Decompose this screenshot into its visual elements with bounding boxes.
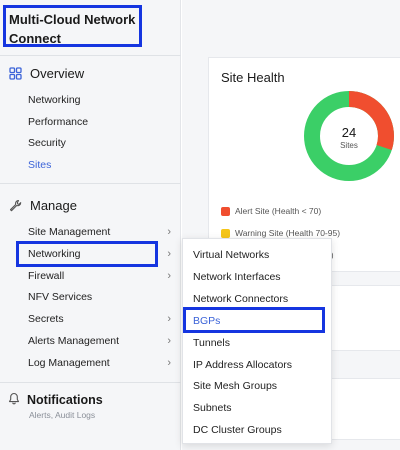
legend-warning-site: Warning Site (Health 70-95) — [221, 228, 340, 238]
wrench-icon — [8, 199, 22, 213]
submenu-item-ip-address-allocators[interactable]: IP Address Allocators — [193, 359, 292, 371]
legend-label: Warning Site (Health 70-95) — [235, 228, 341, 238]
sidebar-item-secrets[interactable]: Secrets › — [28, 311, 173, 327]
submenu-item-dc-cluster-groups[interactable]: DC Cluster Groups — [193, 424, 282, 436]
sidebar-item-label: Sites — [28, 159, 52, 171]
site-health-donut: 24 Sites — [304, 91, 394, 181]
sidebar-item-label: Firewall — [28, 270, 65, 282]
manage-label: Manage — [30, 198, 77, 213]
submenu-item-tunnels[interactable]: Tunnels — [193, 337, 230, 349]
submenu-item-virtual-networks[interactable]: Virtual Networks — [193, 249, 269, 261]
sidebar-item-label: Log Management — [28, 357, 110, 369]
sidebar-item-label: Performance — [28, 116, 89, 128]
sidebar-item-alerts-management[interactable]: Alerts Management › — [28, 333, 173, 349]
networking-submenu: Virtual Networks Network Interfaces Netw… — [182, 238, 332, 444]
chevron-right-icon: › — [167, 270, 171, 282]
divider — [0, 382, 181, 383]
grid-icon — [8, 67, 22, 81]
submenu-item-network-connectors[interactable]: Network Connectors — [193, 293, 288, 305]
notifications-label: Notifications — [27, 393, 103, 407]
sidebar-item-log-management[interactable]: Log Management › — [28, 355, 173, 371]
legend-swatch — [221, 206, 230, 216]
sidebar-item-label: Networking — [28, 94, 81, 106]
sidebar-item-sites[interactable]: Sites — [28, 157, 173, 173]
manage-heading[interactable]: Manage — [8, 198, 77, 213]
submenu-item-site-mesh-groups[interactable]: Site Mesh Groups — [193, 380, 277, 392]
overview-heading[interactable]: Overview — [8, 66, 84, 81]
overview-label: Overview — [30, 66, 85, 81]
chevron-right-icon: › — [167, 335, 171, 347]
chevron-right-icon: › — [167, 226, 171, 238]
bell-icon — [8, 392, 20, 408]
sidebar-item-label: Secrets — [28, 313, 64, 325]
divider — [0, 55, 181, 56]
sidebar-item-overview-networking[interactable]: Networking — [28, 92, 173, 108]
sidebar-item-label: NFV Services — [28, 291, 93, 303]
legend-swatch — [221, 228, 230, 238]
sidebar-item-site-management[interactable]: Site Management › — [28, 224, 173, 240]
highlight-box — [16, 241, 158, 267]
chevron-right-icon: › — [167, 248, 171, 260]
sidebar-item-label: Alerts Management — [28, 335, 120, 347]
sidebar-item-nfv-services[interactable]: NFV Services — [28, 289, 173, 305]
divider — [0, 183, 181, 184]
app-title: Multi-Cloud Network Connect — [3, 5, 142, 47]
site-count: 24 — [342, 125, 356, 140]
sidebar-item-security[interactable]: Security — [28, 135, 173, 151]
legend-alert-site: Alert Site (Health < 70) — [221, 206, 321, 216]
site-count-unit: Sites — [340, 141, 358, 150]
notifications-section[interactable]: Notifications Alerts, Audit Logs — [8, 392, 103, 420]
submenu-item-network-interfaces[interactable]: Network Interfaces — [193, 271, 281, 283]
notifications-subtitle: Alerts, Audit Logs — [29, 410, 96, 420]
sidebar-item-firewall[interactable]: Firewall › — [28, 268, 173, 284]
submenu-item-subnets[interactable]: Subnets — [193, 402, 232, 414]
legend-label: Alert Site (Health < 70) — [235, 206, 322, 216]
highlight-box — [183, 307, 325, 333]
sidebar-item-label: Site Management — [28, 226, 111, 238]
chevron-right-icon: › — [167, 357, 171, 369]
site-health-title: Site Health — [221, 70, 285, 85]
chevron-right-icon: › — [167, 313, 171, 325]
sidebar-item-label: Security — [28, 137, 66, 149]
sidebar-item-performance[interactable]: Performance — [28, 114, 173, 130]
